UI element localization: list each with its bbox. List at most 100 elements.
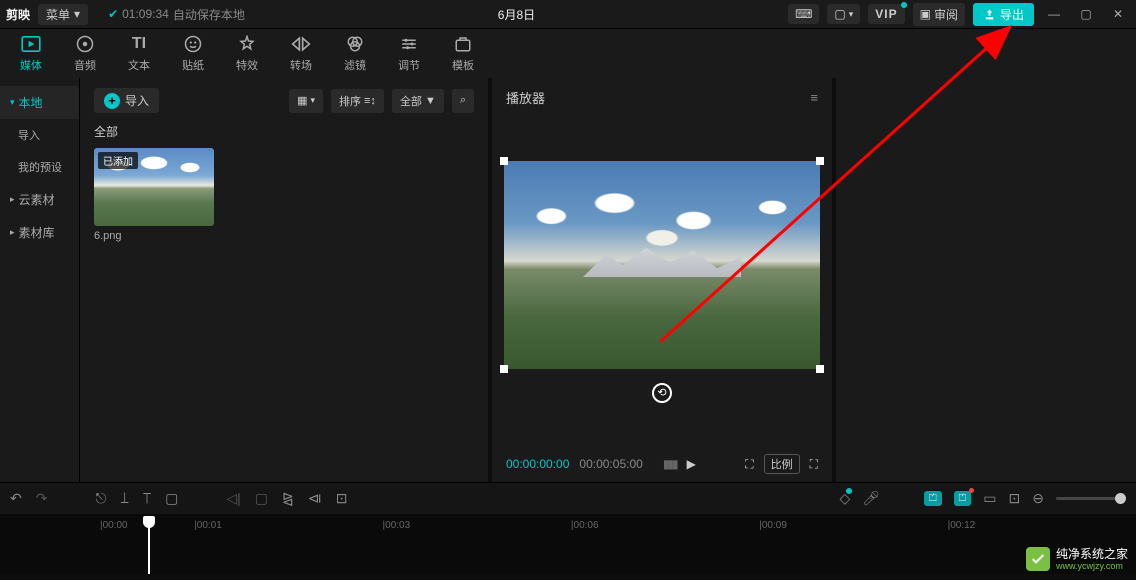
check-icon: ✔: [108, 7, 118, 21]
player-canvas[interactable]: [504, 161, 820, 369]
vip-button[interactable]: VIP: [868, 4, 904, 24]
sort-button[interactable]: 排序 ≡↕: [331, 89, 384, 113]
template-icon: [453, 34, 473, 54]
tab-template[interactable]: 模板: [436, 34, 490, 73]
tab-effect[interactable]: 特效: [220, 34, 274, 73]
export-label: 导出: [1000, 6, 1024, 23]
app-logo: 剪映: [6, 6, 30, 23]
sticker-icon: [183, 34, 203, 54]
tab-transition[interactable]: 转场: [274, 34, 328, 73]
watermark-name: 纯净系统之家: [1056, 547, 1128, 561]
badge-dot-icon: [901, 2, 907, 8]
reverse-button[interactable]: ◁|: [226, 490, 240, 507]
search-icon: ⌕: [460, 94, 466, 107]
tab-label: 模板: [452, 57, 474, 73]
volume-bars-icon[interactable]: ▮▮▮: [663, 457, 677, 471]
effect-icon: [237, 34, 257, 54]
tab-adjust[interactable]: 调节: [382, 34, 436, 73]
mirror-h-button[interactable]: ⧎: [282, 490, 294, 507]
tab-filter[interactable]: 滤镜: [328, 34, 382, 73]
side-nav: ▾本地 导入 我的预设 ▸云素材 ▸素材库: [0, 78, 80, 482]
minimize-button[interactable]: —: [1042, 7, 1066, 21]
zoom-out-button[interactable]: ⊖: [1032, 490, 1044, 507]
resize-handle-bl[interactable]: [500, 365, 508, 373]
search-button[interactable]: ⌕: [452, 89, 474, 113]
maximize-button[interactable]: ▢: [1074, 7, 1098, 21]
sidenav-cloud[interactable]: ▸云素材: [0, 183, 79, 216]
tab-sticker[interactable]: 贴纸: [166, 34, 220, 73]
sort-label: 排序: [339, 93, 361, 109]
filter-icon: [345, 34, 365, 54]
resize-handle-tl[interactable]: [500, 157, 508, 165]
sidenav-local[interactable]: ▾本地: [0, 86, 79, 119]
snap-button[interactable]: ▭: [983, 490, 996, 507]
timeline-playhead[interactable]: [148, 516, 150, 574]
sidenav-label: 本地: [19, 94, 43, 111]
sidenav-import[interactable]: 导入: [0, 119, 79, 151]
title-bar: 剪映 菜单 ▾ ✔ 01:09:34 自动保存本地 6月8日 ⌨ ▢▾ VIP …: [0, 0, 1136, 28]
menu-button[interactable]: 菜单 ▾: [38, 4, 88, 25]
tab-label: 媒体: [20, 57, 42, 73]
tab-text[interactable]: TI 文本: [112, 34, 166, 73]
watermark-logo-icon: [1026, 547, 1050, 571]
ratio-button[interactable]: 比例: [764, 454, 800, 474]
export-button[interactable]: 导出: [973, 3, 1034, 26]
play-button[interactable]: ▶: [687, 457, 696, 471]
sidenav-library[interactable]: ▸素材库: [0, 216, 79, 249]
watermark: 纯净系统之家 www.ycwjzy.com: [1026, 547, 1128, 572]
track-toggle-2[interactable]: ⏍: [954, 491, 972, 506]
sort-icon: ≡↕: [364, 95, 376, 107]
player-title: 播放器: [506, 88, 545, 107]
freeze-button[interactable]: ▢: [255, 490, 268, 507]
redo-button[interactable]: ↷: [36, 490, 48, 507]
tab-label: 音频: [74, 57, 96, 73]
mark-button[interactable]: ⟘: [121, 490, 129, 507]
undo-button[interactable]: ↶: [10, 490, 22, 507]
mark2-button[interactable]: ⟙: [143, 490, 151, 507]
tab-audio[interactable]: 音频: [58, 34, 112, 73]
zoom-slider[interactable]: [1056, 497, 1126, 500]
close-button[interactable]: ✕: [1106, 7, 1130, 21]
sidenav-label: 云素材: [19, 191, 55, 208]
layout-button[interactable]: ▢▾: [827, 4, 860, 24]
media-thumbnail[interactable]: 已添加 6.png: [94, 148, 214, 242]
delete-button[interactable]: ▢: [165, 490, 178, 507]
keyboard-button[interactable]: ⌨: [788, 4, 819, 24]
media-icon: [21, 34, 41, 54]
autosave-time: 01:09:34: [122, 7, 169, 21]
sidenav-presets[interactable]: 我的预设: [0, 151, 79, 183]
zoom-thumb[interactable]: [1115, 493, 1126, 504]
keyboard-icon: ⌨: [795, 7, 812, 21]
resize-handle-br[interactable]: [816, 365, 824, 373]
rotate-handle[interactable]: ⟲: [652, 383, 672, 403]
view-mode-button[interactable]: ▦▾: [289, 89, 323, 113]
badge-dot-icon: [846, 488, 852, 494]
safezone-button[interactable]: ⛶: [745, 457, 753, 472]
fullscreen-button[interactable]: ⛶: [810, 457, 818, 472]
mic-button[interactable]: 🎤︎: [862, 490, 880, 507]
player-panel: 播放器 ≡ ⟲ 00:00:00:00 00:00:05:00 ▮▮▮ ▶ ⛶ …: [492, 78, 832, 482]
ruler-mark: |00:01: [194, 520, 382, 540]
ai-button[interactable]: ◇: [839, 490, 850, 507]
timeline[interactable]: |00:00 |00:01 |00:03 |00:06 |00:09 |00:1…: [0, 514, 1136, 574]
player-viewport[interactable]: ⟲: [492, 117, 832, 446]
tab-label: 贴纸: [182, 57, 204, 73]
align-button[interactable]: ⊡: [1009, 490, 1021, 507]
funnel-icon: ▼: [425, 95, 436, 107]
sidenav-label: 素材库: [19, 224, 55, 241]
crop-button[interactable]: ⊡: [336, 490, 348, 507]
chevron-down-icon: ▾: [849, 9, 854, 20]
split-button[interactable]: ⎋: [95, 490, 106, 507]
player-controls: 00:00:00:00 00:00:05:00 ▮▮▮ ▶ ⛶ 比例 ⛶: [492, 446, 832, 482]
added-badge: 已添加: [98, 152, 138, 169]
import-button[interactable]: + 导入: [94, 88, 159, 113]
player-menu-button[interactable]: ≡: [810, 90, 818, 105]
resize-handle-tr[interactable]: [816, 157, 824, 165]
mirror-v-button[interactable]: ⧏: [308, 490, 322, 507]
filter-button[interactable]: 全部 ▼: [392, 89, 444, 113]
tab-media[interactable]: 媒体: [4, 34, 58, 73]
track-toggle-1[interactable]: ⏍: [924, 491, 942, 506]
review-button[interactable]: ▣审阅: [913, 3, 965, 26]
thumbnail-image: 已添加: [94, 148, 214, 226]
menu-label: 菜单: [46, 6, 70, 23]
